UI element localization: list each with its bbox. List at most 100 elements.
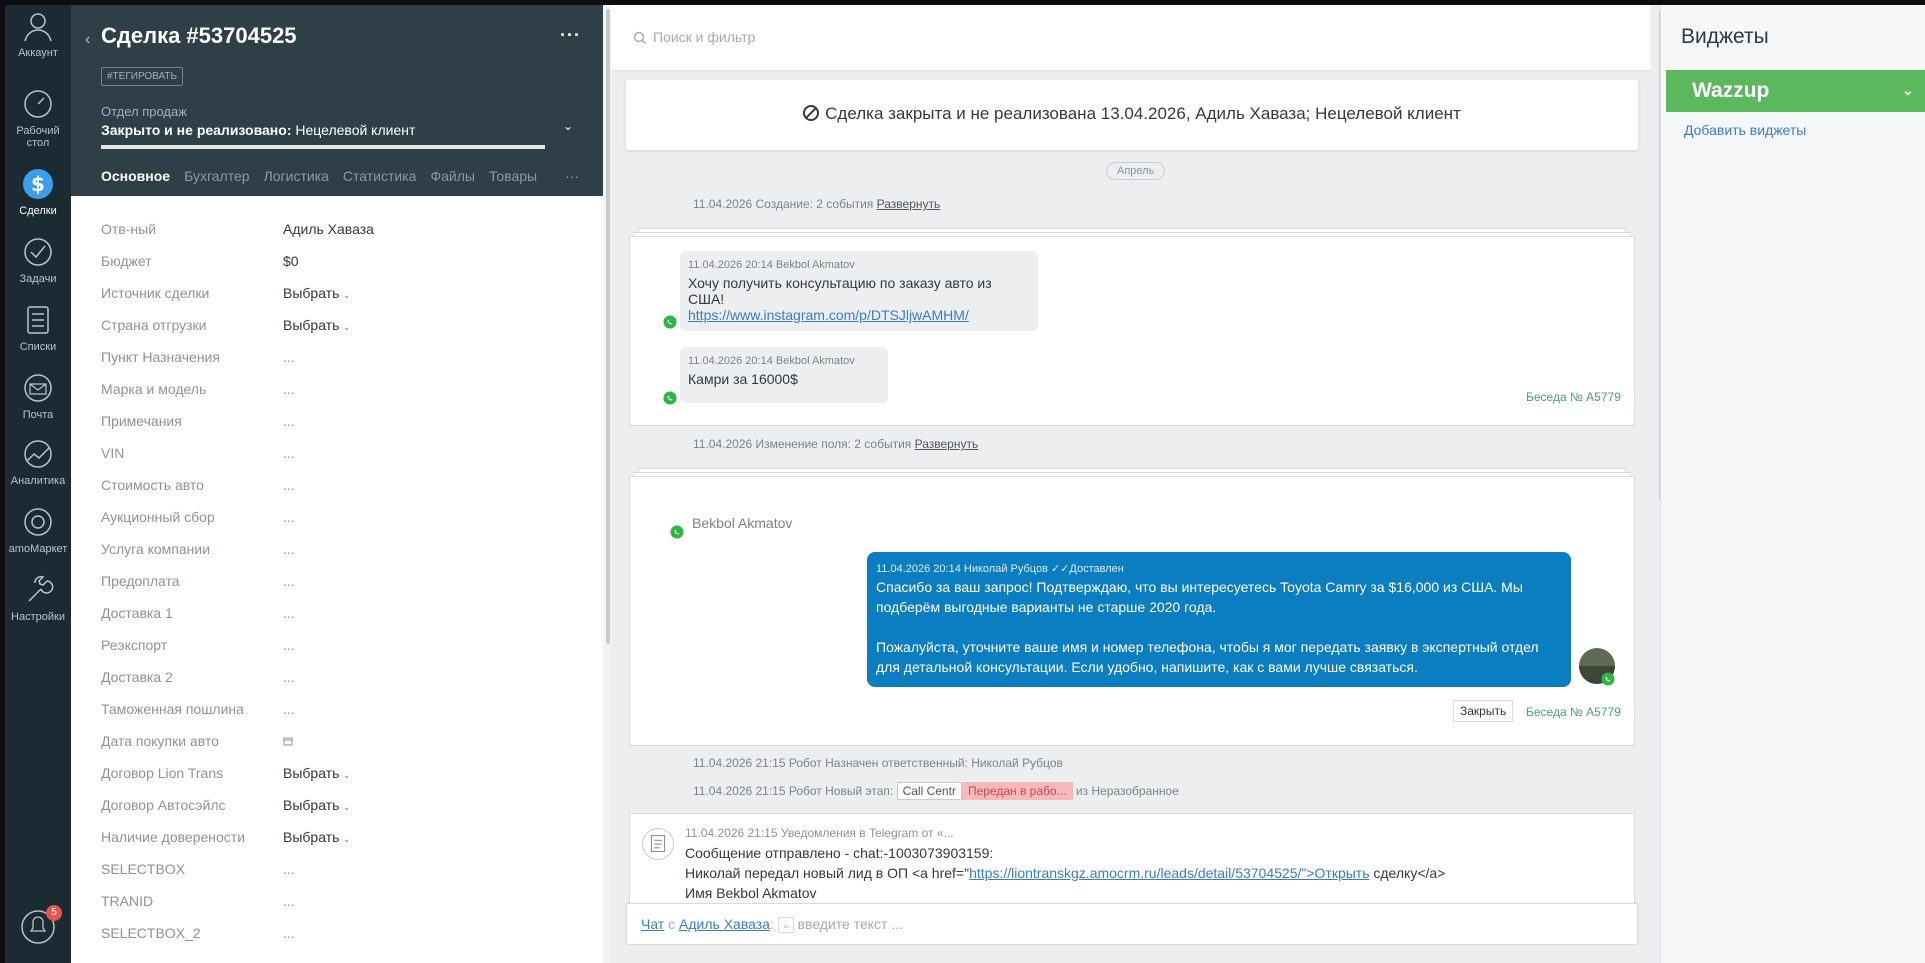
message-meta: 11.04.2026 20:14 Николай Рубцов	[876, 563, 1048, 575]
conversation-link[interactable]: Беседа № A5779	[1526, 705, 1621, 719]
field-value[interactable]: ...	[283, 381, 295, 397]
field-row: Источник сделки Выбрать ⌄	[101, 279, 591, 311]
feed-panel: Поиск и фильтр Сделка закрыта и не реали…	[611, 5, 1664, 963]
field-select[interactable]: Выбрать ⌄	[283, 317, 351, 333]
message-meta: 11.04.2026 20:14 Bekbol Akmatov	[688, 355, 855, 367]
field-value[interactable]: $0	[283, 253, 299, 269]
notification-line: Имя Bekbol Akmatov	[685, 885, 817, 901]
field-value-text: ...	[283, 925, 295, 941]
chat-type-link[interactable]: Чат	[641, 916, 664, 932]
chevron-left-icon[interactable]: ‹	[85, 31, 90, 49]
field-value[interactable]: ...	[283, 637, 295, 653]
tab-0[interactable]: Основное	[101, 168, 170, 184]
calendar-icon[interactable]	[283, 733, 293, 749]
search-input[interactable]: Поиск и фильтр	[653, 29, 755, 45]
nav-settings[interactable]: Настройки	[5, 573, 71, 623]
created-events-line: 11.04.2026 Создание: 2 события Развернут…	[693, 197, 940, 211]
field-row: Аукционный сбор...	[101, 503, 591, 535]
nav-mail[interactable]: Почта	[5, 371, 71, 421]
message-text: Камри за 16000$	[688, 371, 798, 387]
field-select[interactable]: Выбрать ⌄	[283, 285, 351, 301]
nav-analytics[interactable]: Аналитика	[5, 437, 71, 487]
outgoing-message: 11.04.2026 20:14 Николай Рубцов ✓✓Достав…	[867, 552, 1571, 687]
stage-pipeline-badge: Call Centr	[896, 782, 962, 800]
field-value[interactable]: ...	[283, 509, 295, 525]
field-value[interactable]: Адиль Хаваза	[283, 221, 374, 237]
field-value-text: ...	[283, 573, 295, 589]
tab-1[interactable]: Бухгалтер	[184, 168, 249, 184]
field-label: Доставка 1	[101, 605, 173, 621]
search-bar[interactable]: Поиск и фильтр	[611, 5, 1651, 71]
nav-account[interactable]: Аккаунт	[5, 9, 71, 59]
wazzup-widget[interactable]: Wazzup ⌄	[1666, 70, 1925, 112]
lead-link[interactable]: https://liontranskgz.amocrm.ru/leads/det…	[969, 865, 1369, 881]
status-select[interactable]: Закрыто и не реализовано: Нецелевой клие…	[101, 122, 415, 138]
conversation-link[interactable]: Беседа № A5779	[1526, 390, 1621, 404]
chat-input[interactable]: введите текст ...	[798, 916, 903, 932]
created-expand-link[interactable]: Развернуть	[877, 197, 941, 211]
card-scrollbar-thumb[interactable]	[606, 9, 610, 644]
nav-tasks[interactable]: Задачи	[5, 235, 71, 285]
field-select[interactable]: Выбрать ⌄	[283, 765, 351, 781]
field-value[interactable]: ...	[283, 573, 295, 589]
notifications-button[interactable]: 5	[18, 905, 62, 945]
field-value-text: Выбрать	[283, 317, 340, 333]
wrench-icon	[28, 575, 54, 602]
nav-deals-label: Сделки	[19, 205, 57, 217]
chevron-down-icon[interactable]: ⌄	[777, 917, 794, 934]
nav-lists-label: Списки	[19, 341, 57, 353]
nav-market[interactable]: amoМаркет	[5, 505, 71, 555]
nav-lists[interactable]: Списки	[5, 303, 71, 353]
stage-origin: из Неразобранное	[1075, 784, 1179, 798]
field-value[interactable]: ...	[283, 701, 295, 717]
field-label: Реэкспорт	[101, 637, 168, 653]
tabs-more-button[interactable]: ···	[565, 168, 579, 184]
tab-3[interactable]: Статистика	[343, 168, 417, 184]
card-tabs: Основное Бухгалтер Логистика Статистика Файл…	[101, 168, 601, 188]
chevron-down-icon: ⌄	[342, 322, 351, 333]
field-row: Марка и модель...	[101, 375, 591, 407]
field-value[interactable]: ...	[283, 445, 295, 461]
deal-title[interactable]: Сделка #53704525	[101, 23, 297, 49]
field-value[interactable]: ...	[283, 349, 295, 365]
contact-name[interactable]: Bekbol Akmatov	[692, 515, 792, 531]
field-value[interactable]: ...	[283, 925, 295, 941]
document-icon	[642, 828, 674, 860]
chat-input-bar[interactable]: Чат с Адиль Хаваза: ⌄ введите текст ...	[626, 903, 1638, 945]
message-text: Пожалуйста, уточните ваше имя и номер те…	[876, 639, 1539, 675]
message-meta: 11.04.2026 20:14 Bekbol Akmatov	[688, 259, 855, 271]
field-value[interactable]: ...	[283, 605, 295, 621]
field-select[interactable]: Выбрать ⌄	[283, 829, 351, 845]
field-select[interactable]: Выбрать ⌄	[283, 797, 351, 813]
deal-fields: Отв-ный Адиль Хаваза Бюджет $0 Источник сдел…	[101, 215, 591, 951]
widgets-title: Виджеты	[1681, 25, 1769, 48]
field-value[interactable]: ...	[283, 413, 295, 429]
field-value-text: ...	[283, 349, 295, 365]
tab-4[interactable]: Файлы	[430, 168, 474, 184]
field-label: Отв-ный	[101, 221, 157, 237]
field-value-text: ...	[283, 477, 295, 493]
add-widgets-link[interactable]: Добавить виджеты	[1684, 122, 1806, 138]
chevron-down-icon[interactable]: ⌄	[563, 119, 573, 133]
nav-deals[interactable]: $ Сделки	[5, 167, 71, 217]
chat-recipient-link[interactable]: Адиль Хаваза	[679, 916, 770, 932]
message-link[interactable]: https://www.instagram.com/p/DTSJljwAMHM/	[688, 307, 969, 323]
nav-desktop[interactable]: Рабочий стол	[5, 87, 71, 149]
field-value[interactable]: ...	[283, 541, 295, 557]
field-value[interactable]: ...	[283, 861, 295, 877]
tag-button[interactable]: #ТЕГИРОВАТЬ	[101, 67, 184, 86]
chevron-down-icon: ⌄	[342, 770, 351, 781]
field-row: Примечания...	[101, 407, 591, 439]
field-value[interactable]: ...	[283, 893, 295, 909]
field-row: Доставка 2...	[101, 663, 591, 695]
robot-stage-prefix: 11.04.2026 21:15 Робот Новый этап:	[693, 784, 894, 798]
change-expand-link[interactable]: Развернуть	[915, 437, 979, 451]
field-label: Марка и модель	[101, 381, 207, 397]
chat-group: 11.04.2026 20:14 Bekbol Akmatov Хочу пол…	[629, 236, 1635, 426]
more-actions-button[interactable]: ···	[560, 25, 581, 46]
field-value[interactable]: ...	[283, 669, 295, 685]
tab-2[interactable]: Логистика	[264, 168, 329, 184]
tab-5[interactable]: Товары	[489, 168, 537, 184]
field-value[interactable]: ...	[283, 477, 295, 493]
close-conversation-button[interactable]: Закрыть	[1453, 700, 1514, 722]
